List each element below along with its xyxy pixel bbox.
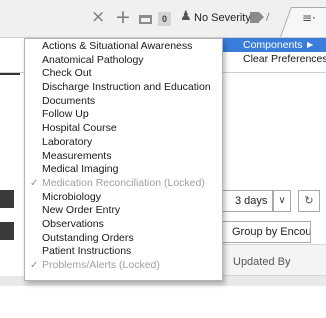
- add-icon[interactable]: +: [115, 8, 131, 27]
- menu-item[interactable]: Observations: [25, 218, 222, 232]
- menu-item[interactable]: New Order Entry: [25, 204, 222, 218]
- components-label: Components: [243, 39, 303, 51]
- chevron-down-icon[interactable]: ∨: [273, 190, 291, 212]
- submenu: Components ▶ Clear Preferences: [223, 38, 326, 72]
- days-range-select[interactable]: 3 days ∨: [221, 190, 291, 212]
- menu-item-label: Measurements: [42, 149, 112, 162]
- inbox-tray-icon[interactable]: [139, 15, 152, 24]
- menu-item-label: Outstanding Orders: [42, 231, 134, 244]
- person-icon: ♟: [180, 9, 192, 24]
- close-icon[interactable]: ×: [91, 9, 105, 26]
- menu-item-label: Check Out: [42, 67, 92, 80]
- menu-item-label: Discharge Instruction and Education: [42, 81, 211, 94]
- group-by-encounter-button[interactable]: Group by Encounter: [221, 221, 311, 243]
- menu-item-label: Laboratory: [42, 135, 93, 148]
- menu-item-label: Problems/Alerts (Locked): [42, 259, 160, 271]
- menu-item[interactable]: Documents: [25, 95, 222, 109]
- menu-item-label: Anatomical Pathology: [42, 53, 144, 66]
- menu-item-label: Hospital Course: [42, 122, 117, 135]
- severity-filter[interactable]: No Severity: [194, 12, 251, 24]
- menu-item-label: Documents: [42, 94, 96, 107]
- components-menu-item[interactable]: Components ▶: [223, 38, 326, 52]
- menu-item[interactable]: ✓ Medication Reconciliation (Locked): [25, 177, 222, 191]
- updated-by-label: Updated By: [233, 256, 291, 268]
- menu-item-label: Patient Instructions: [42, 245, 132, 258]
- menu-item[interactable]: Follow Up: [25, 108, 222, 122]
- menu-item[interactable]: ✓ Problems/Alerts (Locked): [25, 259, 222, 273]
- menu-item[interactable]: Measurements: [25, 150, 222, 164]
- menu-item-label: Actions & Situational Awareness: [42, 40, 193, 52]
- menu-item[interactable]: Laboratory: [25, 136, 222, 150]
- menu-item[interactable]: Medical Imaging: [25, 163, 222, 177]
- menu-item[interactable]: Hospital Course: [25, 122, 222, 136]
- menu-item-label: Microbiology: [42, 190, 101, 203]
- components-dropdown-menu: Actions & Situational Awareness Anatomic…: [24, 38, 223, 281]
- checkmark-icon: ✓: [30, 177, 39, 189]
- menu-item[interactable]: Outstanding Orders: [25, 232, 222, 246]
- tag-icon[interactable]: [250, 12, 264, 23]
- menu-item[interactable]: Discharge Instruction and Education: [25, 81, 222, 95]
- menu-item-label: Observations: [42, 217, 104, 230]
- left-edge-block: [0, 222, 14, 240]
- clear-preferences-label: Clear Preferences: [243, 53, 326, 65]
- menu-item-label: New Order Entry: [42, 204, 121, 217]
- menu-item[interactable]: Actions & Situational Awareness: [25, 40, 222, 54]
- submenu-arrow-icon: ▶: [307, 40, 314, 49]
- menu-item-label: Medical Imaging: [42, 163, 119, 176]
- menu-item-label: Follow Up: [42, 108, 89, 121]
- clear-preferences-menu-item[interactable]: Clear Preferences: [223, 52, 326, 66]
- chevron-icon[interactable]: ∕: [266, 13, 269, 23]
- updated-by-column-header[interactable]: Updated By: [221, 244, 326, 276]
- toolbar: × + 0 ♟ No Severity ∕ ≡·: [0, 0, 326, 38]
- menu-item[interactable]: Microbiology: [25, 191, 222, 205]
- menu-item[interactable]: Anatomical Pathology: [25, 54, 222, 68]
- menu-item[interactable]: Check Out: [25, 67, 222, 81]
- left-edge-block: [0, 190, 14, 208]
- count-badge[interactable]: 0: [158, 12, 171, 26]
- menu-item-label: Medication Reconciliation (Locked): [42, 176, 205, 189]
- checkmark-icon: ✓: [30, 260, 39, 271]
- days-range-value: 3 days: [235, 195, 268, 207]
- group-by-label: Group by Encounter: [232, 226, 311, 238]
- left-edge-marker: [0, 73, 20, 75]
- menu-item[interactable]: Patient Instructions: [25, 245, 222, 259]
- refresh-button[interactable]: ↻: [298, 190, 320, 212]
- refresh-icon: ↻: [304, 194, 314, 207]
- hamburger-menu-icon[interactable]: ≡·: [302, 11, 316, 25]
